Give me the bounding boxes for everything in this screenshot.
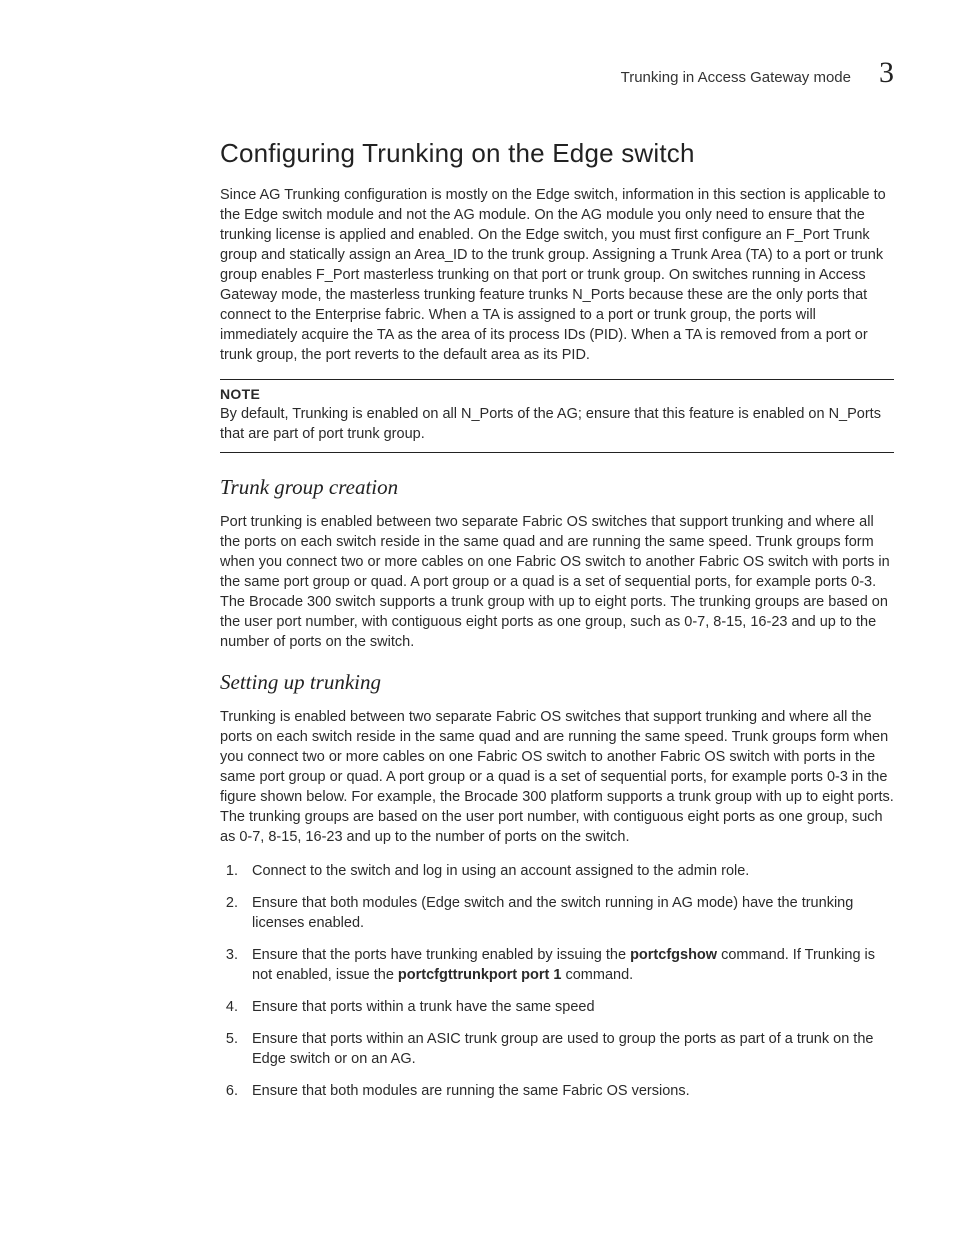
setting-up-trunking-body: Trunking is enabled between two separate… [220, 707, 894, 847]
step-1: Connect to the switch and log in using a… [242, 861, 894, 881]
command-portcfgttrunkport: portcfgttrunkport port 1 [398, 967, 562, 983]
page: Trunking in Access Gateway mode 3 Config… [0, 0, 954, 1153]
running-header: Trunking in Access Gateway mode 3 [220, 56, 894, 90]
step-2: Ensure that both modules (Edge switch an… [242, 893, 894, 933]
step-5: Ensure that ports within an ASIC trunk g… [242, 1029, 894, 1069]
step-4: Ensure that ports within a trunk have th… [242, 997, 894, 1017]
step-3: Ensure that the ports have trunking enab… [242, 945, 894, 985]
note-body: By default, Trunking is enabled on all N… [220, 404, 894, 444]
section-intro: Since AG Trunking configuration is mostl… [220, 185, 894, 365]
chapter-number: 3 [879, 56, 894, 90]
note-block: NOTE By default, Trunking is enabled on … [220, 379, 894, 453]
step-6: Ensure that both modules are running the… [242, 1081, 894, 1101]
note-label: NOTE [220, 386, 894, 402]
trunk-group-creation-body: Port trunking is enabled between two sep… [220, 512, 894, 652]
step-3-text-c: command. [561, 967, 633, 983]
steps-list: Connect to the switch and log in using a… [220, 861, 894, 1101]
command-portcfgshow: portcfgshow [630, 947, 717, 963]
subhead-trunk-group-creation: Trunk group creation [220, 475, 894, 500]
running-header-title: Trunking in Access Gateway mode [621, 69, 851, 86]
subhead-setting-up-trunking: Setting up trunking [220, 670, 894, 695]
section-title: Configuring Trunking on the Edge switch [220, 138, 894, 169]
step-3-text-a: Ensure that the ports have trunking enab… [252, 947, 630, 963]
